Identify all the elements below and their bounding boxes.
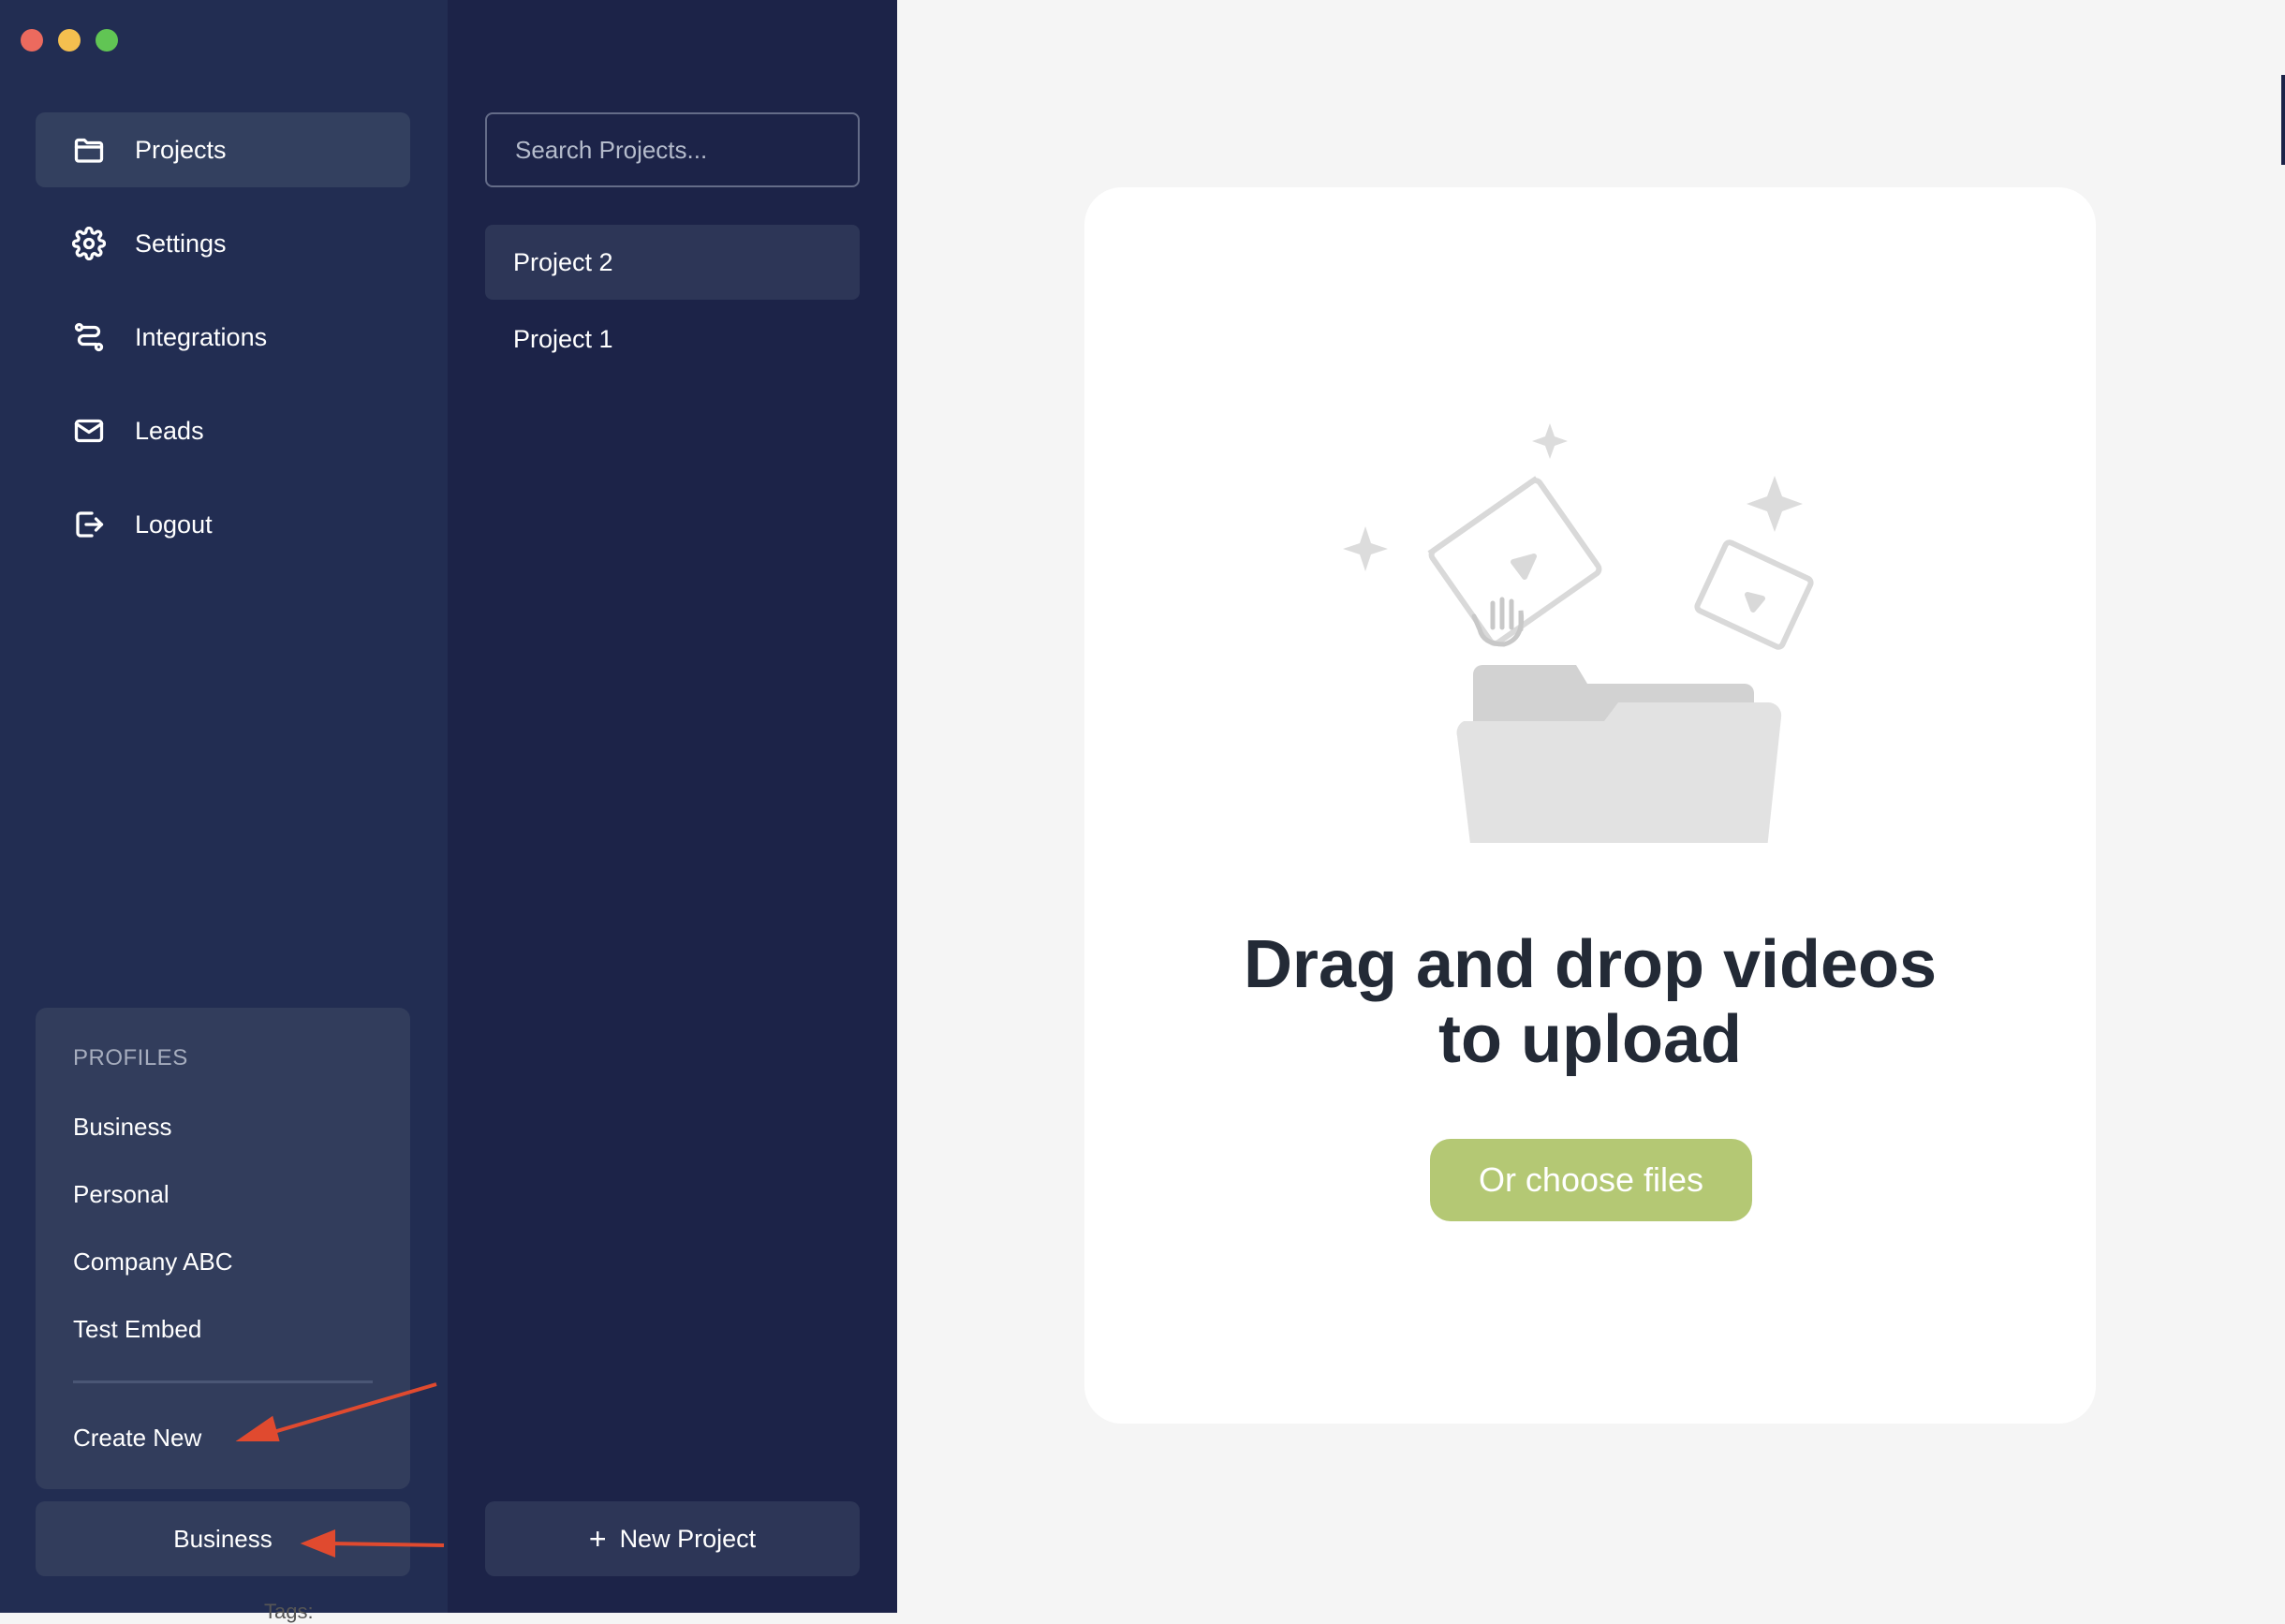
minimize-window-button[interactable] [58,29,81,52]
hand-cursor-icon [1471,597,1525,647]
profiles-menu: PROFILES Business Personal Company ABC T… [36,1008,410,1489]
upload-headline-line2: to upload [1438,1002,1742,1077]
choose-files-button[interactable]: Or choose files [1430,1139,1752,1221]
mail-icon [71,413,107,449]
profiles-divider [73,1380,373,1383]
sidebar-item-projects[interactable]: Projects [36,112,410,187]
project-item-project-1[interactable]: Project 1 [485,302,860,376]
plus-icon: + [588,1522,607,1556]
profile-item-personal[interactable]: Personal [73,1180,170,1209]
sidebar-item-label: Logout [135,509,213,539]
profile-item-company-abc[interactable]: Company ABC [73,1248,233,1277]
search-projects-input[interactable] [485,112,860,187]
projects-panel: Project 2 Project 1 + New Project [448,0,897,1613]
sidebar-item-label: Leads [135,416,204,445]
upload-dropzone[interactable]: Drag and drop videos to upload Or choose… [1084,187,2096,1424]
sidebar-item-settings[interactable]: Settings [36,206,410,281]
gear-icon [71,226,107,261]
sidebar-nav: Projects Settings Integrations Leads Log… [36,112,410,581]
folder-illustration [1456,665,1782,843]
main-content: Drag and drop videos to upload Or choose… [897,0,2285,1613]
app-window: Projects Settings Integrations Leads Log… [0,0,2285,1613]
sidebar-item-integrations[interactable]: Integrations [36,300,410,375]
profile-item-business[interactable]: Business [73,1113,172,1142]
folder-icon [71,132,107,168]
new-project-button[interactable]: + New Project [485,1501,860,1576]
upload-illustration [1343,423,1814,843]
new-project-label: New Project [619,1524,757,1553]
route-icon [71,319,107,355]
zoom-window-button[interactable] [96,29,118,52]
sparkle-icon [1343,423,1803,571]
profile-switcher-button[interactable]: Business [36,1501,410,1576]
profile-item-test-embed[interactable]: Test Embed [73,1315,201,1344]
create-new-profile-button[interactable]: Create New [73,1424,201,1453]
partial-tags-label: Tags: [264,1600,314,1623]
upload-headline: Drag and drop videos to upload [1122,927,2058,1077]
sidebar-item-label: Settings [135,229,227,258]
sidebar-item-leads[interactable]: Leads [36,393,410,468]
close-window-button[interactable] [21,29,43,52]
profiles-heading: PROFILES [73,1045,188,1070]
window-edge-scrollbar[interactable] [2281,75,2285,165]
project-item-project-2[interactable]: Project 2 [485,225,860,300]
sidebar-item-logout[interactable]: Logout [36,487,410,562]
upload-headline-line1: Drag and drop videos [1243,927,1938,1002]
sidebar-item-label: Projects [135,135,227,164]
sidebar-item-label: Integrations [135,322,268,351]
logout-icon [71,507,107,542]
sidebar: Projects Settings Integrations Leads Log… [0,0,448,1613]
